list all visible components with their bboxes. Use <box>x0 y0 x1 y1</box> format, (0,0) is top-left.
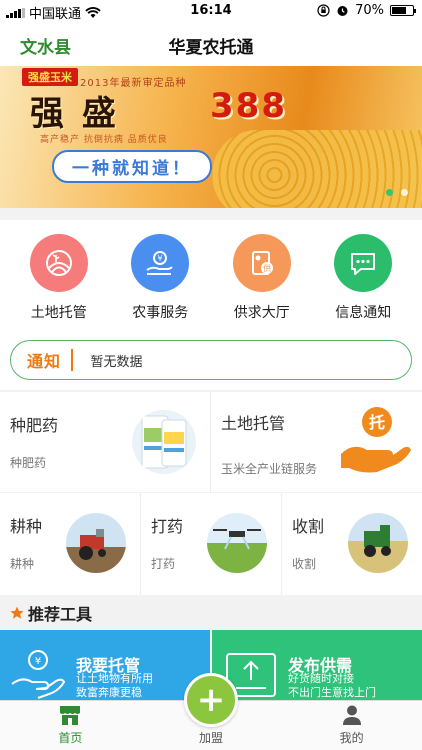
banner-headline-left: 强 盛 <box>30 94 119 134</box>
user-icon <box>342 705 361 725</box>
tab-label: 加盟 <box>199 731 224 745</box>
card-plowing[interactable]: 耕种 耕种 <box>0 493 140 595</box>
banner-features: 高产稳产 抗倒抗病 品质优良 <box>40 135 168 145</box>
quick-item-label: 农事服务 <box>132 305 189 321</box>
card-subtitle: 玉米全产业链服务 <box>221 462 318 476</box>
category-cards-top: 种肥药 种肥药 土地托管 玉米全产业链服务 托 <box>0 392 422 492</box>
battery-percent: 70% <box>355 3 384 18</box>
plus-icon: + <box>196 680 226 720</box>
card-subtitle: 打药 <box>151 557 176 571</box>
card-title: 土地托管 <box>221 414 286 433</box>
tab-home[interactable]: 首页 <box>0 701 141 750</box>
quick-item-label: 信息通知 <box>335 305 392 321</box>
carousel-dot-active[interactable] <box>386 189 393 196</box>
card-title: 种肥药 <box>10 416 59 435</box>
banner-headline-right: 388 <box>210 86 287 126</box>
svg-text:¥: ¥ <box>35 656 41 667</box>
recommended-tools-header: 推荐工具 <box>0 597 422 629</box>
tab-label: 我的 <box>339 731 364 745</box>
tab-profile[interactable]: 我的 <box>281 701 422 750</box>
badge-text: 托 <box>369 413 385 432</box>
card-subtitle: 收割 <box>292 557 317 571</box>
tool-publish-supply[interactable]: 发布供需 好货随时对接 不出门生意找上门 <box>212 630 422 702</box>
category-cards-mid: 耕种 耕种 打药 打药 收割 收割 <box>0 493 422 595</box>
banner-slogan: 一种就知道！ <box>52 150 212 183</box>
section-title: 推荐工具 <box>28 605 93 624</box>
status-right: 70% <box>317 3 416 18</box>
tool-land-trust[interactable]: ¥ 我要托管 让土地物有所用 致富奔康更稳 <box>0 630 210 702</box>
quick-item-label: 供求大厅 <box>233 305 290 321</box>
nav-bar: 文水县 华夏农托通 <box>0 22 422 66</box>
alarm-icon <box>337 6 348 16</box>
field-icon <box>29 234 88 292</box>
carousel-dot[interactable] <box>401 189 408 196</box>
quick-item-land-trust[interactable]: 土地托管 <box>14 220 104 330</box>
hand-coin-outline-icon: ¥ <box>11 650 66 699</box>
notice-tag: 通知 <box>27 352 62 371</box>
card-land-trust[interactable]: 土地托管 玉米全产业链服务 托 <box>211 392 422 492</box>
notice-text: 暂无数据 <box>90 354 143 370</box>
promo-banner[interactable]: 强盛玉米 2013年最新审定品种 强 盛 388 高产稳产 抗倒抗病 品质优良 … <box>0 66 422 208</box>
service-hand-icon: ¥ <box>131 234 190 292</box>
battery-icon <box>390 5 416 16</box>
app-screen: 中国联通 16:14 70% 文水县 华夏农托通 强盛玉米 2013年最新审定品… <box>0 0 422 750</box>
card-title: 收割 <box>292 517 325 536</box>
carousel-dots <box>386 189 408 196</box>
add-button[interactable]: + <box>184 673 238 727</box>
quick-item-label: 土地托管 <box>30 305 87 321</box>
message-icon <box>334 234 393 292</box>
tool-line2: 不出门生意找上门 <box>288 686 376 699</box>
card-subtitle: 耕种 <box>10 557 35 571</box>
card-title: 耕种 <box>10 517 43 536</box>
notice-section: 通知 暂无数据 <box>0 330 422 390</box>
card-spraying[interactable]: 打药 打药 <box>141 493 281 595</box>
quick-item-notifications[interactable]: 信息通知 <box>318 220 408 330</box>
status-bar: 中国联通 16:14 70% <box>0 0 422 22</box>
card-title: 打药 <box>151 517 184 536</box>
tab-label: 首页 <box>58 731 83 745</box>
svg-text:¥: ¥ <box>158 254 163 263</box>
store-icon <box>60 706 81 725</box>
card-seed-fertilizer[interactable]: 种肥药 种肥药 <box>0 392 210 492</box>
tool-line2: 致富奔康更稳 <box>76 686 142 699</box>
drone-photo <box>207 513 267 573</box>
card-harvesting[interactable]: 收割 收割 <box>282 493 422 595</box>
notice-divider <box>71 349 73 371</box>
supply-icon: 供 <box>232 234 291 292</box>
harvester-photo <box>348 513 408 573</box>
page-title: 华夏农托通 <box>168 38 254 58</box>
hand-coin-icon: 托 <box>341 407 411 473</box>
corn-cob-image <box>212 130 422 208</box>
svg-text:供: 供 <box>263 263 271 273</box>
quick-item-supply-hall[interactable]: 供 供求大厅 <box>217 220 307 330</box>
quick-item-farm-service[interactable]: ¥ 农事服务 <box>115 220 205 330</box>
card-subtitle: 种肥药 <box>10 456 47 470</box>
banner-brand: 强盛玉米 <box>22 68 78 86</box>
notice-bar[interactable]: 通知 暂无数据 <box>10 340 412 380</box>
quick-menu: 土地托管 ¥ 农事服务 供 供求大厅 信息通知 <box>0 220 422 330</box>
star-icon <box>10 606 24 619</box>
orientation-lock-icon <box>317 4 330 17</box>
fertilizer-bag-image <box>132 410 196 474</box>
tractor-photo <box>66 513 126 573</box>
